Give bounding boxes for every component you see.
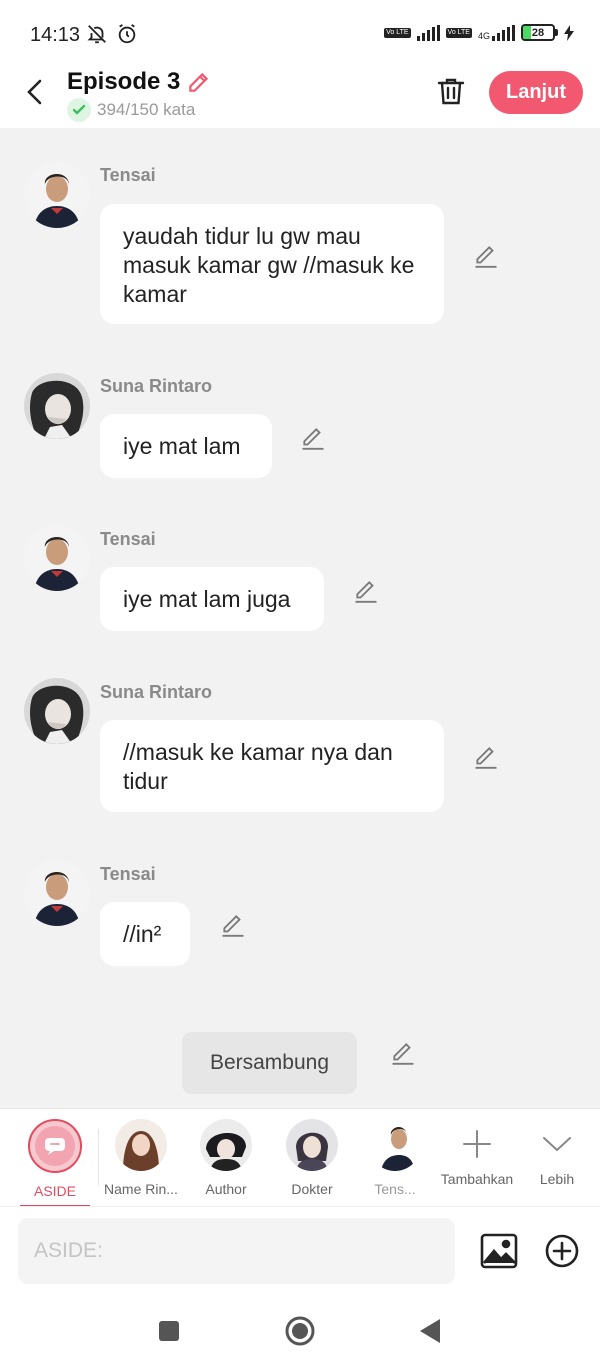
message-bubble[interactable]: yaudah tidur lu gw mau masuk kamar gw //… <box>100 204 444 324</box>
sender-name: Suna Rintaro <box>100 682 213 702</box>
chat-area: Tensai yaudah tidur lu gw mau masuk kama… <box>0 128 600 1108</box>
sender-name: Suna Rintaro <box>100 376 213 396</box>
character-author[interactable]: Author <box>183 1109 269 1207</box>
image-button[interactable] <box>480 1233 518 1269</box>
character-label: Name Rin... <box>104 1181 178 1197</box>
page-title: Episode 3 <box>67 68 181 95</box>
character-name-rin[interactable]: Name Rin... <box>98 1109 184 1207</box>
status-time: 14:13 <box>30 24 81 46</box>
circle-icon <box>285 1316 315 1346</box>
character-label: Dokter <box>291 1181 333 1197</box>
add-button[interactable] <box>545 1234 579 1268</box>
edit-icon[interactable] <box>473 243 499 269</box>
triangle-back-icon <box>420 1319 440 1343</box>
avatar <box>115 1119 167 1171</box>
plus-icon <box>463 1130 491 1158</box>
aside-icon <box>28 1119 82 1173</box>
character-aside[interactable]: ASIDE <box>12 1109 98 1207</box>
message-input[interactable] <box>18 1218 455 1284</box>
chevron-left-icon <box>27 79 42 105</box>
trash-icon <box>437 78 465 105</box>
character-tensai[interactable]: Tens... <box>352 1109 438 1207</box>
home-button[interactable] <box>283 1314 317 1348</box>
continued-label[interactable]: Bersambung <box>182 1032 357 1094</box>
word-count-text: 394/150 kata <box>97 100 196 119</box>
status-bar: 14:13 Vo LTE Vo LTE 4G 28 <box>0 0 600 64</box>
suna-avatar[interactable] <box>24 678 90 744</box>
alarm-icon <box>118 24 136 44</box>
check-icon <box>67 98 91 122</box>
avatar <box>200 1119 252 1171</box>
add-character-button[interactable]: Tambahkan <box>434 1109 520 1207</box>
sender-name: Tensai <box>100 165 156 185</box>
delete-button[interactable] <box>436 76 466 106</box>
tensai-avatar[interactable] <box>24 860 90 926</box>
back-nav-button[interactable] <box>413 1314 447 1348</box>
battery-icon: 28 <box>521 24 558 41</box>
edit-icon[interactable] <box>390 1040 416 1066</box>
recents-button[interactable] <box>152 1314 186 1348</box>
network-type: 4G <box>477 30 490 41</box>
character-bar: ASIDE Name Rin... Author Dokter Tens... … <box>0 1108 600 1207</box>
avatar <box>286 1119 338 1171</box>
next-button[interactable]: Lanjut <box>489 71 583 114</box>
pencil-icon[interactable] <box>186 69 212 95</box>
character-label: ASIDE <box>33 1183 76 1199</box>
tensai-avatar[interactable] <box>24 525 90 591</box>
plus-circle-icon <box>545 1234 579 1268</box>
character-label: Author <box>205 1181 247 1197</box>
message-bubble[interactable]: //in² <box>100 902 190 966</box>
episode-title-row[interactable]: Episode 3 <box>67 68 212 96</box>
avatar <box>369 1119 421 1171</box>
suna-avatar[interactable] <box>24 373 90 439</box>
message-bubble[interactable]: //masuk ke kamar nya dan tidur <box>100 720 444 812</box>
signal-icon <box>416 24 440 41</box>
edit-icon[interactable] <box>473 744 499 770</box>
edit-icon[interactable] <box>300 425 326 451</box>
header: Episode 3 394/150 kata Lanjut <box>0 64 600 128</box>
signal-icon-2 <box>492 24 515 41</box>
more-button[interactable]: Lebih <box>514 1109 600 1207</box>
edit-icon[interactable] <box>220 912 246 938</box>
square-icon <box>159 1321 179 1341</box>
bell-off-icon <box>87 25 106 44</box>
input-bar <box>0 1206 600 1296</box>
word-count: 394/150 kata <box>67 98 195 122</box>
character-label: Tambahkan <box>440 1171 514 1187</box>
sender-name: Tensai <box>100 529 156 549</box>
charging-icon <box>564 24 574 41</box>
tensai-avatar[interactable] <box>24 162 90 228</box>
chevron-down-icon <box>543 1137 571 1152</box>
character-label: Lebih <box>539 1171 575 1187</box>
back-button[interactable] <box>20 76 48 108</box>
edit-icon[interactable] <box>353 578 379 604</box>
character-label: Tens... <box>374 1181 416 1197</box>
system-nav-bar <box>0 1296 600 1367</box>
volte-badge: Vo LTE <box>384 27 411 38</box>
sender-name: Tensai <box>100 864 156 884</box>
message-bubble[interactable]: iye mat lam <box>100 414 272 478</box>
volte-badge-2: Vo LTE <box>445 27 472 38</box>
battery-level: 28 <box>531 26 545 39</box>
message-bubble[interactable]: iye mat lam juga <box>100 567 324 631</box>
character-dokter[interactable]: Dokter <box>269 1109 355 1207</box>
image-icon <box>480 1233 518 1269</box>
